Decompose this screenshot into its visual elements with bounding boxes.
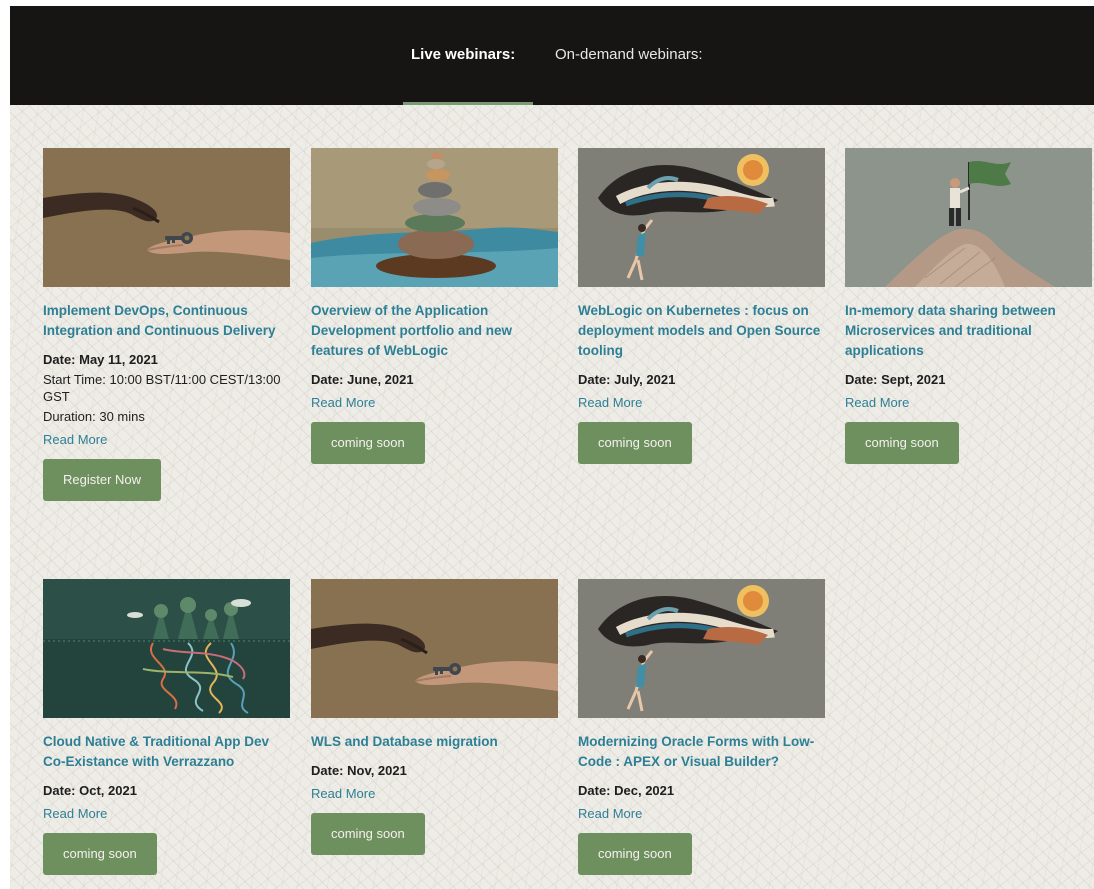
- webinar-title[interactable]: WebLogic on Kubernetes : focus on deploy…: [578, 301, 826, 361]
- active-tab-indicator: [403, 102, 533, 105]
- coming-soon-button[interactable]: coming soon: [311, 422, 425, 464]
- flying-woman-illustration[interactable]: [578, 579, 825, 718]
- read-more-link[interactable]: Read More: [311, 394, 559, 411]
- webinar-card: WLS and Database migration Date: Nov, 20…: [311, 579, 559, 855]
- webinar-title[interactable]: Implement DevOps, Continuous Integration…: [43, 301, 291, 341]
- read-more-link[interactable]: Read More: [845, 394, 1093, 411]
- webinar-date: Date: Sept, 2021: [845, 372, 946, 387]
- coming-soon-button[interactable]: coming soon: [845, 422, 959, 464]
- tab-live-webinars[interactable]: Live webinars:: [411, 40, 515, 70]
- webinars-section: Live webinars: On-demand webinars: Imple…: [10, 6, 1094, 889]
- webinar-card: Modernizing Oracle Forms with Low-Code :…: [578, 579, 826, 875]
- webinar-start-time: Start Time: 10:00 BST/11:00 CEST/13:00 G…: [43, 372, 281, 404]
- hands-key-illustration[interactable]: [311, 579, 558, 718]
- flying-woman-illustration[interactable]: [578, 148, 825, 287]
- read-more-link[interactable]: Read More: [43, 805, 291, 822]
- summit-flag-illustration[interactable]: [845, 148, 1092, 287]
- stacked-stones-illustration[interactable]: [311, 148, 558, 287]
- webinar-card: Cloud Native & Traditional App Dev Co-Ex…: [43, 579, 291, 875]
- webinar-date: Date: Nov, 2021: [311, 763, 407, 778]
- forest-roots-illustration[interactable]: [43, 579, 290, 718]
- webinar-date: Date: June, 2021: [311, 372, 414, 387]
- tab-on-demand-webinars[interactable]: On-demand webinars:: [555, 40, 703, 70]
- webinar-date: Date: July, 2021: [578, 372, 676, 387]
- read-more-link[interactable]: Read More: [311, 785, 559, 802]
- webinar-card: WebLogic on Kubernetes : focus on deploy…: [578, 148, 826, 464]
- webinar-date: Date: Oct, 2021: [43, 783, 137, 798]
- webinar-card: In-memory data sharing between Microserv…: [845, 148, 1093, 464]
- register-now-button[interactable]: Register Now: [43, 459, 162, 501]
- webinar-date: Date: Dec, 2021: [578, 783, 675, 798]
- coming-soon-button[interactable]: coming soon: [578, 422, 692, 464]
- webinar-tabs-bar: Live webinars: On-demand webinars:: [10, 6, 1094, 105]
- hands-key-illustration[interactable]: [43, 148, 290, 287]
- webinar-card: Overview of the Application Development …: [311, 148, 559, 464]
- webinar-duration: Duration: 30 mins: [43, 409, 145, 424]
- coming-soon-button[interactable]: coming soon: [43, 833, 157, 875]
- webinar-date: Date: May 11, 2021: [43, 352, 158, 367]
- webinar-title[interactable]: In-memory data sharing between Microserv…: [845, 301, 1093, 361]
- read-more-link[interactable]: Read More: [43, 431, 291, 448]
- coming-soon-button[interactable]: coming soon: [578, 833, 692, 875]
- read-more-link[interactable]: Read More: [578, 394, 826, 411]
- webinar-title[interactable]: Cloud Native & Traditional App Dev Co-Ex…: [43, 732, 291, 772]
- coming-soon-button[interactable]: coming soon: [311, 813, 425, 855]
- read-more-link[interactable]: Read More: [578, 805, 826, 822]
- webinar-title[interactable]: WLS and Database migration: [311, 732, 559, 752]
- webinar-card: Implement DevOps, Continuous Integration…: [43, 148, 291, 501]
- webinar-title[interactable]: Modernizing Oracle Forms with Low-Code :…: [578, 732, 826, 772]
- webinar-title[interactable]: Overview of the Application Development …: [311, 301, 559, 361]
